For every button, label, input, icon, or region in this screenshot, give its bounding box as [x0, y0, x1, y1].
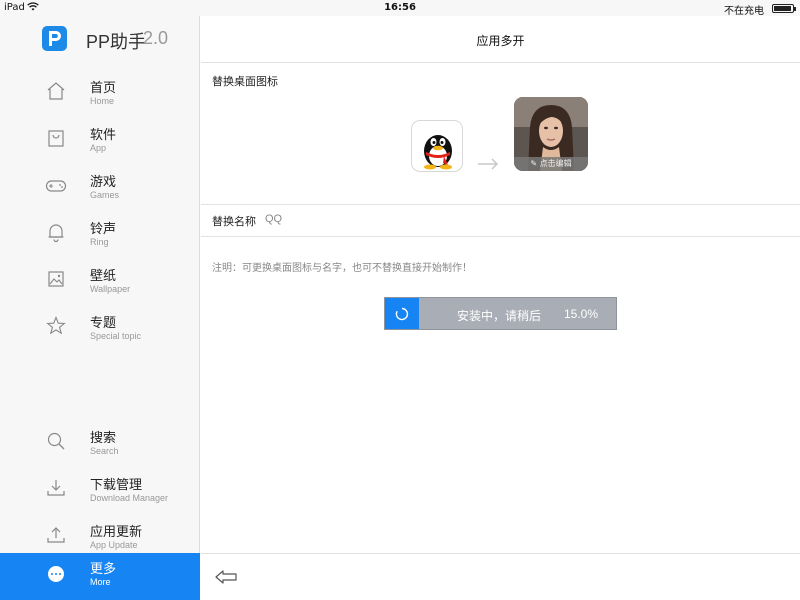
qq-penguin-icon [424, 135, 452, 170]
sidebar-item-sublabel: Wallpaper [90, 284, 131, 294]
main-panel: 应用多开 替换桌面图标 ✎ 点击编辑 替换名称 QQ 注明：可更换桌面图标与名字… [201, 16, 800, 600]
pencil-icon: ✎ [530, 159, 538, 168]
gamepad-icon [45, 174, 67, 196]
search-icon [45, 430, 67, 452]
sidebar-item-app[interactable]: 软件 App [0, 119, 200, 165]
sidebar-item-sublabel: Special topic [90, 331, 142, 341]
sidebar-item-label: 搜索 [90, 431, 117, 446]
sidebar-item-sublabel: App Update [90, 540, 138, 550]
sidebar-item-wallpaper[interactable]: 壁纸 Wallpaper [0, 260, 200, 306]
page-title: 应用多开 [476, 34, 525, 48]
sidebar-item-sublabel: More [90, 577, 111, 587]
picture-icon [45, 268, 67, 290]
divider [201, 236, 800, 237]
sidebar-item-home[interactable]: 首页 Home [0, 72, 200, 118]
sidebar-item-label: 软件 [90, 128, 117, 143]
sidebar-item-sublabel: Home [90, 96, 115, 106]
sidebar-item-search[interactable]: 搜索 Search [0, 422, 200, 468]
pp-logo-icon [42, 26, 67, 51]
qq-app-icon [411, 120, 463, 172]
status-bar: iPad 16:56 不在充电 [0, 0, 800, 17]
sidebar-item-more[interactable]: 更多 More [0, 553, 200, 600]
sidebar-item-label: 下载管理 [90, 478, 143, 493]
sidebar-item-label: 铃声 [90, 222, 117, 237]
loading-spinner-icon [385, 298, 419, 329]
name-input[interactable] [265, 209, 565, 229]
sidebar-item-sublabel: Download Manager [90, 493, 169, 503]
top-bar: 应用多开 [201, 16, 800, 63]
install-progress-button[interactable]: 安装中，请稍后 15.0% [384, 297, 617, 330]
app-bag-icon [45, 127, 67, 149]
back-arrow-icon[interactable] [215, 569, 237, 588]
brand-name: PP助手 [86, 32, 147, 52]
sidebar: PP助手 2.0 首页 Home 软件 App 游戏 Games 铃声 Ring [0, 16, 200, 600]
bottom-bar [201, 553, 800, 600]
sidebar-item-label: 专题 [90, 316, 117, 331]
edit-overlay: ✎ 点击编辑 [514, 157, 588, 171]
install-status-text: 安装中，请稍后 [457, 309, 542, 323]
download-icon [45, 477, 67, 499]
sidebar-item-games[interactable]: 游戏 Games [0, 166, 200, 212]
sidebar-item-label: 首页 [90, 81, 117, 96]
bell-icon [45, 221, 67, 243]
home-icon [45, 80, 67, 102]
arrow-right-icon [477, 155, 499, 174]
star-icon [45, 315, 67, 337]
sidebar-item-download-manager[interactable]: 下载管理 Download Manager [0, 469, 200, 515]
sidebar-item-ring[interactable]: 铃声 Ring [0, 213, 200, 259]
charging-status: 不在充电 [724, 6, 764, 17]
sidebar-item-label: 壁纸 [90, 269, 117, 284]
sidebar-item-label: 游戏 [90, 175, 117, 190]
edit-label: 点击编辑 [539, 159, 572, 168]
sidebar-item-sublabel: Games [90, 190, 120, 200]
more-icon [48, 566, 64, 582]
note-text: 注明：可更换桌面图标与名字，也可不替换直接开始制作！ [212, 263, 472, 274]
sidebar-item-label: 应用更新 [90, 525, 143, 540]
sidebar-item-sublabel: App [90, 143, 107, 153]
status-time: 16:56 [384, 2, 416, 13]
replace-icon-label: 替换桌面图标 [212, 75, 278, 88]
battery-icon [772, 4, 796, 13]
sidebar-item-sublabel: Ring [90, 237, 109, 247]
sidebar-item-special-topic[interactable]: 专题 Special topic [0, 307, 200, 353]
replacement-icon-button[interactable]: ✎ 点击编辑 [514, 97, 588, 171]
install-progress-percent: 15.0% [564, 307, 599, 321]
brand-version: 2.0 [143, 28, 169, 48]
replace-name-label: 替换名称 [212, 215, 256, 228]
sidebar-item-sublabel: Search [90, 446, 119, 456]
upload-icon [45, 524, 67, 546]
sidebar-item-label: 更多 [90, 562, 117, 577]
divider [201, 204, 800, 205]
